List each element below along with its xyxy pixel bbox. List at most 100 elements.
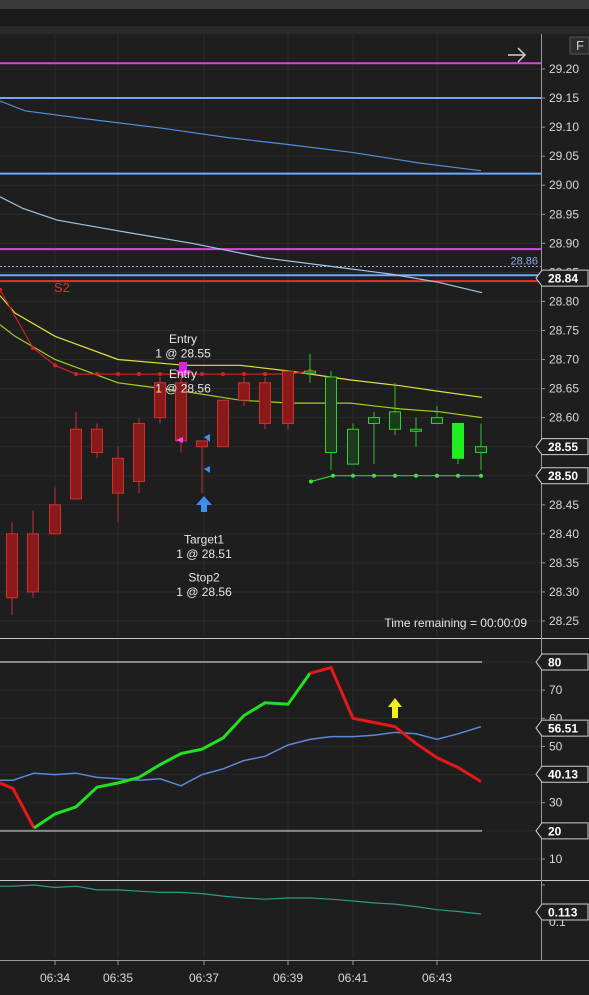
- candle-body: [431, 417, 443, 424]
- candle-body: [475, 446, 487, 453]
- price-tick-label: 29.00: [549, 178, 579, 192]
- window-top-bar: [0, 0, 589, 9]
- candle-body: [133, 422, 145, 483]
- target-arrow-up: [196, 496, 212, 512]
- chart-window: Entry 1 @ 28.55 Entry 1 @ 28.56 Target1 1 @ 2…: [0, 0, 589, 995]
- trade-annotation: Entry: [169, 332, 197, 346]
- header-separator: [0, 26, 589, 34]
- oscillator-tick-label: 10: [549, 852, 563, 866]
- time-tick-label: 06:39: [273, 971, 303, 985]
- profit-target-dot: [479, 473, 483, 478]
- price-tick-label: 28.65: [549, 382, 579, 396]
- price-badge-label: 28.50: [548, 469, 578, 483]
- candle-body: [259, 382, 271, 424]
- trailing-stop-dot: [263, 372, 267, 377]
- trailing-stop-dot: [158, 372, 162, 377]
- price-tick-label: 28.90: [549, 236, 579, 250]
- corner-button-label[interactable]: F: [576, 38, 584, 53]
- candle-body: [304, 370, 316, 374]
- trailing-stop-dot: [137, 372, 141, 377]
- price-tick-label: 28.95: [549, 207, 579, 221]
- trade-annotation: 1 @ 28.55: [155, 347, 211, 361]
- price-tick-label: 28.40: [549, 527, 579, 541]
- price-tick-label: 29.05: [549, 149, 579, 163]
- time-tick-label: 06:37: [189, 971, 219, 985]
- moving-average-line: [0, 324, 483, 419]
- profit-target-dot: [414, 473, 418, 478]
- trailing-stop-dot: [242, 372, 246, 377]
- oscillator-line: [309, 665, 482, 783]
- moving-average-line: [0, 196, 483, 294]
- lower-badge-label: 0.113: [548, 906, 578, 920]
- oscillator-badge: [535, 653, 589, 671]
- moving-average-line: [0, 295, 483, 398]
- trailing-stop-dot: [116, 372, 120, 377]
- profit-target-dot: [351, 473, 355, 478]
- price-tick-label: 28.60: [549, 411, 579, 425]
- candle-body: [49, 504, 61, 535]
- time-tick-label: 06:35: [103, 971, 133, 985]
- candle-body: [196, 440, 208, 448]
- fill-marker: [204, 466, 210, 473]
- trading-chart[interactable]: Entry1 @ 28.55Entry1 @ 28.56Target11 @ 2…: [0, 0, 589, 995]
- oscillator-badge-label: 80: [548, 656, 562, 670]
- price-tick-label: 28.35: [549, 556, 579, 570]
- oscillator-tick-label: 50: [549, 739, 563, 753]
- profit-target-dot: [435, 473, 439, 478]
- candle-body: [347, 428, 359, 465]
- lower-indicator-line: [0, 884, 482, 915]
- profit-target-dot: [331, 473, 335, 478]
- price-badge-label: 28.84: [548, 272, 578, 286]
- trailing-stop-dot: [221, 372, 225, 377]
- candle-body: [6, 533, 18, 599]
- candle-body: [325, 376, 337, 453]
- candle-body: [70, 428, 82, 500]
- price-tick-label: 29.20: [549, 62, 579, 76]
- time-tick-label: 06:34: [40, 971, 70, 985]
- price-tick-label: 28.45: [549, 498, 579, 512]
- time-remaining-text: Time remaining = 00:00:09: [384, 616, 527, 630]
- candle-body: [389, 411, 401, 430]
- signal-arrow-up: [388, 698, 402, 718]
- price-tick-label: 28.80: [549, 294, 579, 308]
- arrow-right-icon[interactable]: [508, 47, 527, 63]
- profit-target-dot: [309, 479, 313, 484]
- last-price-label: 28.86: [510, 256, 538, 268]
- candle-body: [282, 370, 294, 424]
- profit-target-dot: [372, 473, 376, 478]
- trailing-stop-dot: [53, 363, 57, 368]
- time-tick-label: 06:43: [422, 971, 452, 985]
- trailing-stop-dot: [31, 345, 35, 350]
- price-badge-label: 28.55: [548, 440, 578, 454]
- candle-body: [112, 457, 124, 494]
- candle-body: [238, 382, 250, 401]
- trailing-stop-dot: [95, 372, 99, 377]
- candle-body: [217, 399, 229, 448]
- trade-annotation: Stop2: [188, 570, 220, 584]
- trailing-stop-dot: [0, 287, 2, 292]
- trailing-stop-dot: [200, 372, 204, 377]
- price-tick-label: 29.10: [549, 120, 579, 134]
- candle-body: [27, 533, 39, 593]
- oscillator-line: [0, 781, 36, 829]
- profit-target-dot: [456, 473, 460, 478]
- price-tick-label: 29.15: [549, 91, 579, 105]
- trade-annotation: Entry: [169, 367, 197, 381]
- moving-average-line: [0, 100, 482, 172]
- trade-annotation: 1 @ 28.56: [155, 382, 211, 396]
- candle-body: [91, 428, 103, 453]
- oscillator-tick-label: 30: [549, 796, 563, 810]
- trade-annotation: 1 @ 28.56: [176, 585, 232, 599]
- price-tick-label: 28.30: [549, 585, 579, 599]
- price-tick-label: 28.25: [549, 614, 579, 628]
- trailing-stop-dot: [74, 372, 78, 377]
- candle-body: [410, 428, 422, 432]
- price-tick-label: 28.75: [549, 323, 579, 337]
- oscillator-line: [0, 725, 482, 787]
- candle-body: [452, 422, 464, 459]
- oscillator-badge-label: 20: [548, 824, 562, 838]
- oscillator-line: [33, 672, 312, 830]
- s2-label: S2: [54, 280, 70, 295]
- oscillator-badge-label: 40.13: [548, 768, 578, 782]
- oscillator-tick-label: 70: [549, 683, 563, 697]
